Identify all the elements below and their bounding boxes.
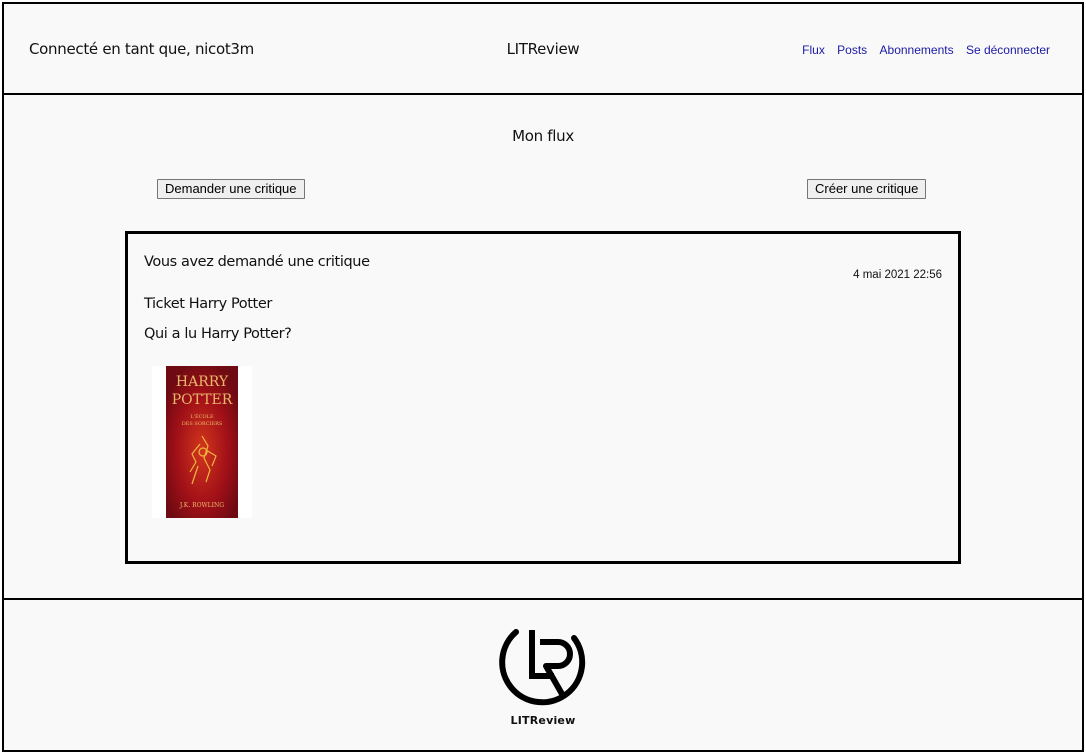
- ticket-title: Ticket Harry Potter: [144, 296, 272, 312]
- page-frame: Connecté en tant que, nicot3m LITReview …: [2, 2, 1084, 752]
- cover-title-2: POTTER: [172, 392, 233, 408]
- ticket-heading: Vous avez demandé une critique: [144, 254, 370, 270]
- ticket-card: Vous avez demandé une critique 4 mai 202…: [125, 231, 961, 564]
- footer: LITReview: [4, 598, 1082, 752]
- ticket-cover-image: HARRY POTTER L'ÉCOLE DES SORCIERS J.K. R…: [152, 366, 252, 518]
- nav-link-flux[interactable]: Flux: [802, 43, 825, 57]
- ticket-date: 4 mai 2021 22:56: [853, 269, 942, 281]
- header: Connecté en tant que, nicot3m LITReview …: [4, 4, 1082, 95]
- page-title: Mon flux: [512, 127, 574, 145]
- cover-subtitle-2: DES SORCIERS: [182, 421, 223, 427]
- nav-link-logout[interactable]: Se déconnecter: [966, 43, 1050, 57]
- nav-link-abonnements[interactable]: Abonnements: [880, 43, 954, 57]
- ticket-description: Qui a lu Harry Potter?: [144, 326, 292, 342]
- cover-title-1: HARRY: [176, 374, 229, 390]
- create-review-button[interactable]: Créer une critique: [807, 179, 927, 199]
- main-content: Mon flux Demander une critique Créer une…: [4, 95, 1082, 598]
- nav-link-posts[interactable]: Posts: [837, 43, 867, 57]
- request-review-button[interactable]: Demander une critique: [157, 179, 305, 199]
- main-nav: Flux Posts Abonnements Se déconnecter: [793, 43, 1050, 57]
- cover-author: J.K. ROWLING: [179, 502, 224, 509]
- cover-subtitle-1: L'ÉCOLE: [190, 412, 214, 420]
- litreview-logo-icon: [499, 629, 586, 706]
- footer-logo-text: LITReview: [510, 714, 576, 727]
